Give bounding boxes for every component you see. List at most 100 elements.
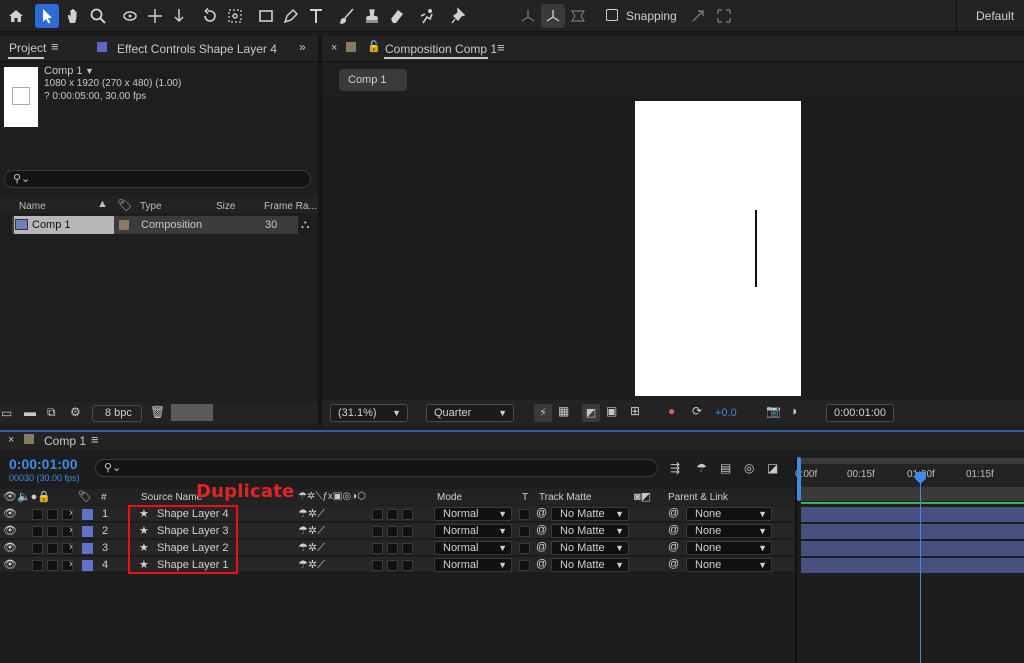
audio-toggle[interactable] (32, 526, 43, 537)
layer-switch-icons[interactable]: ☂✲⟋ (298, 507, 325, 521)
switch-box[interactable] (387, 543, 398, 554)
grid-guides-icon[interactable]: ⊞ (630, 404, 640, 418)
lock-icon[interactable]: 🔓 (367, 40, 381, 53)
graph-editor-icon[interactable]: ◪ (767, 461, 778, 475)
blend-mode-dropdown[interactable]: Normal ▼ (434, 558, 512, 572)
blend-mode-dropdown[interactable]: Normal ▼ (434, 524, 512, 538)
snap-target-icon[interactable] (712, 4, 736, 28)
audio-toggle[interactable] (32, 560, 43, 571)
label-tag-icon[interactable]: 🏷 (117, 198, 132, 212)
show-snapshot-icon[interactable]: ◑ (790, 404, 797, 418)
parent-dropdown[interactable]: None ▼ (686, 541, 772, 555)
visibility-eye-icon[interactable]: 👁 (3, 541, 17, 554)
matte-pickwhip-icon[interactable]: @ (536, 524, 547, 536)
type-tool-icon[interactable] (304, 4, 328, 28)
layer-bar-3[interactable] (801, 541, 1024, 556)
switch-box[interactable] (372, 526, 383, 537)
clone-stamp-icon[interactable] (360, 4, 384, 28)
timeline-search-input[interactable]: ⚲⌄ (95, 459, 658, 477)
track-matte-dropdown[interactable]: No Matte ▼ (551, 524, 629, 538)
preserve-transparency-toggle[interactable] (519, 560, 530, 571)
project-row-name[interactable]: Comp 1 (14, 216, 114, 234)
exposure-value[interactable]: +0.0 (715, 407, 737, 419)
snapping-checkbox[interactable] (606, 9, 618, 21)
project-color-swatch[interactable] (171, 404, 213, 421)
tab-timeline-comp[interactable]: Comp 1 (44, 434, 86, 448)
shy-layers-icon[interactable]: ☂ (696, 461, 707, 475)
expand-icon[interactable] (686, 4, 710, 28)
shape-stroke[interactable] (755, 210, 757, 287)
snapshot-icon[interactable]: 📷 (766, 404, 781, 418)
expand-chevron-icon[interactable]: › (69, 507, 73, 519)
local-axis-icon[interactable] (516, 4, 540, 28)
layer-switch-icons[interactable]: ☂✲⟋ (298, 524, 325, 538)
solo-toggle[interactable] (47, 560, 58, 571)
track-matte-dropdown[interactable]: No Matte ▼ (551, 507, 629, 521)
layer-bar-1[interactable] (801, 507, 1024, 522)
preserve-transparency-toggle[interactable] (519, 543, 530, 554)
preserve-transparency-toggle[interactable] (519, 526, 530, 537)
switch-box[interactable] (402, 560, 413, 571)
new-folder-icon[interactable]: ▬ (24, 405, 36, 419)
color-management-icon[interactable]: ⟳ (692, 404, 702, 418)
current-time-display[interactable]: 0:00:01:00 (826, 404, 894, 422)
layer-label-swatch[interactable] (82, 509, 93, 520)
mask-visibility-icon[interactable]: ◩ (582, 404, 600, 422)
visibility-eye-icon[interactable]: 👁 (3, 524, 17, 537)
layer-bar-4[interactable] (801, 558, 1024, 573)
expand-chevron-icon[interactable]: › (69, 524, 73, 536)
resolution-dropdown[interactable]: Quarter ▼ (426, 404, 514, 422)
interpret-footage-icon[interactable]: ▭ (1, 406, 12, 420)
switch-box[interactable] (372, 543, 383, 554)
switch-box[interactable] (372, 509, 383, 520)
expand-chevron-icon[interactable]: › (69, 541, 73, 553)
column-type[interactable]: Type (140, 201, 162, 212)
zoom-dropdown[interactable]: (31.1%) ▼ (330, 404, 408, 422)
navigator-bar[interactable] (797, 458, 1024, 464)
motion-blur-icon[interactable]: ◎ (744, 461, 754, 475)
parent-dropdown[interactable]: None ▼ (686, 524, 772, 538)
track-matte-dropdown[interactable]: No Matte ▼ (551, 558, 629, 572)
audio-toggle[interactable] (32, 543, 43, 554)
track-matte-dropdown[interactable]: No Matte ▼ (551, 541, 629, 555)
comp-sub-tab[interactable]: Comp 1 (339, 69, 407, 91)
parent-dropdown[interactable]: None ▼ (686, 558, 772, 572)
layer-switch-icons[interactable]: ☂✲⟋ (298, 558, 325, 572)
comp-mini-flowchart-icon[interactable]: ⇶ (670, 461, 680, 475)
panel-overflow-icon[interactable]: » (299, 40, 306, 54)
selection-tool-icon[interactable] (35, 4, 59, 28)
matte-pickwhip-icon[interactable]: @ (536, 558, 547, 570)
parent-pickwhip-icon[interactable]: @ (668, 541, 679, 553)
zoom-tool-icon[interactable] (86, 4, 110, 28)
column-size[interactable]: Size (216, 201, 235, 212)
switch-box[interactable] (372, 560, 383, 571)
workspace-label[interactable]: Default (976, 9, 1014, 23)
solo-toggle[interactable] (47, 543, 58, 554)
anchor-point-tool-icon[interactable] (223, 4, 247, 28)
layer-switch-icons[interactable]: ☂✲⟋ (298, 541, 325, 555)
eraser-tool-icon[interactable] (385, 4, 409, 28)
bpc-button[interactable]: 8 bpc (92, 405, 142, 422)
selected-item-name[interactable]: Comp 1 ▼ (44, 65, 94, 77)
expand-chevron-icon[interactable]: › (69, 558, 73, 570)
matte-pickwhip-icon[interactable]: @ (536, 507, 547, 519)
visibility-eye-icon[interactable]: 👁 (3, 558, 17, 571)
pan-camera-icon[interactable] (143, 4, 167, 28)
timeline-close-icon[interactable]: × (8, 434, 14, 446)
parent-pickwhip-icon[interactable]: @ (668, 524, 679, 536)
new-comp-icon[interactable]: ⧉ (47, 405, 56, 420)
puppet-pin-icon[interactable] (446, 4, 470, 28)
layer-label-swatch[interactable] (82, 526, 93, 537)
switch-box[interactable] (387, 526, 398, 537)
timeline-menu-icon[interactable]: ≡ (91, 432, 99, 447)
parent-pickwhip-icon[interactable]: @ (668, 507, 679, 519)
work-area-start-handle[interactable] (797, 457, 801, 501)
fast-previews-icon[interactable]: ⚡ (534, 404, 552, 422)
orbit-camera-icon[interactable] (118, 4, 142, 28)
solo-toggle[interactable] (47, 526, 58, 537)
layer-label-swatch[interactable] (82, 560, 93, 571)
panel-menu-icon[interactable]: ≡ (51, 39, 59, 54)
parent-pickwhip-icon[interactable]: @ (668, 558, 679, 570)
color-channels-icon[interactable]: ● (668, 404, 675, 418)
render-queue-icon[interactable]: ⚙ (70, 405, 81, 419)
